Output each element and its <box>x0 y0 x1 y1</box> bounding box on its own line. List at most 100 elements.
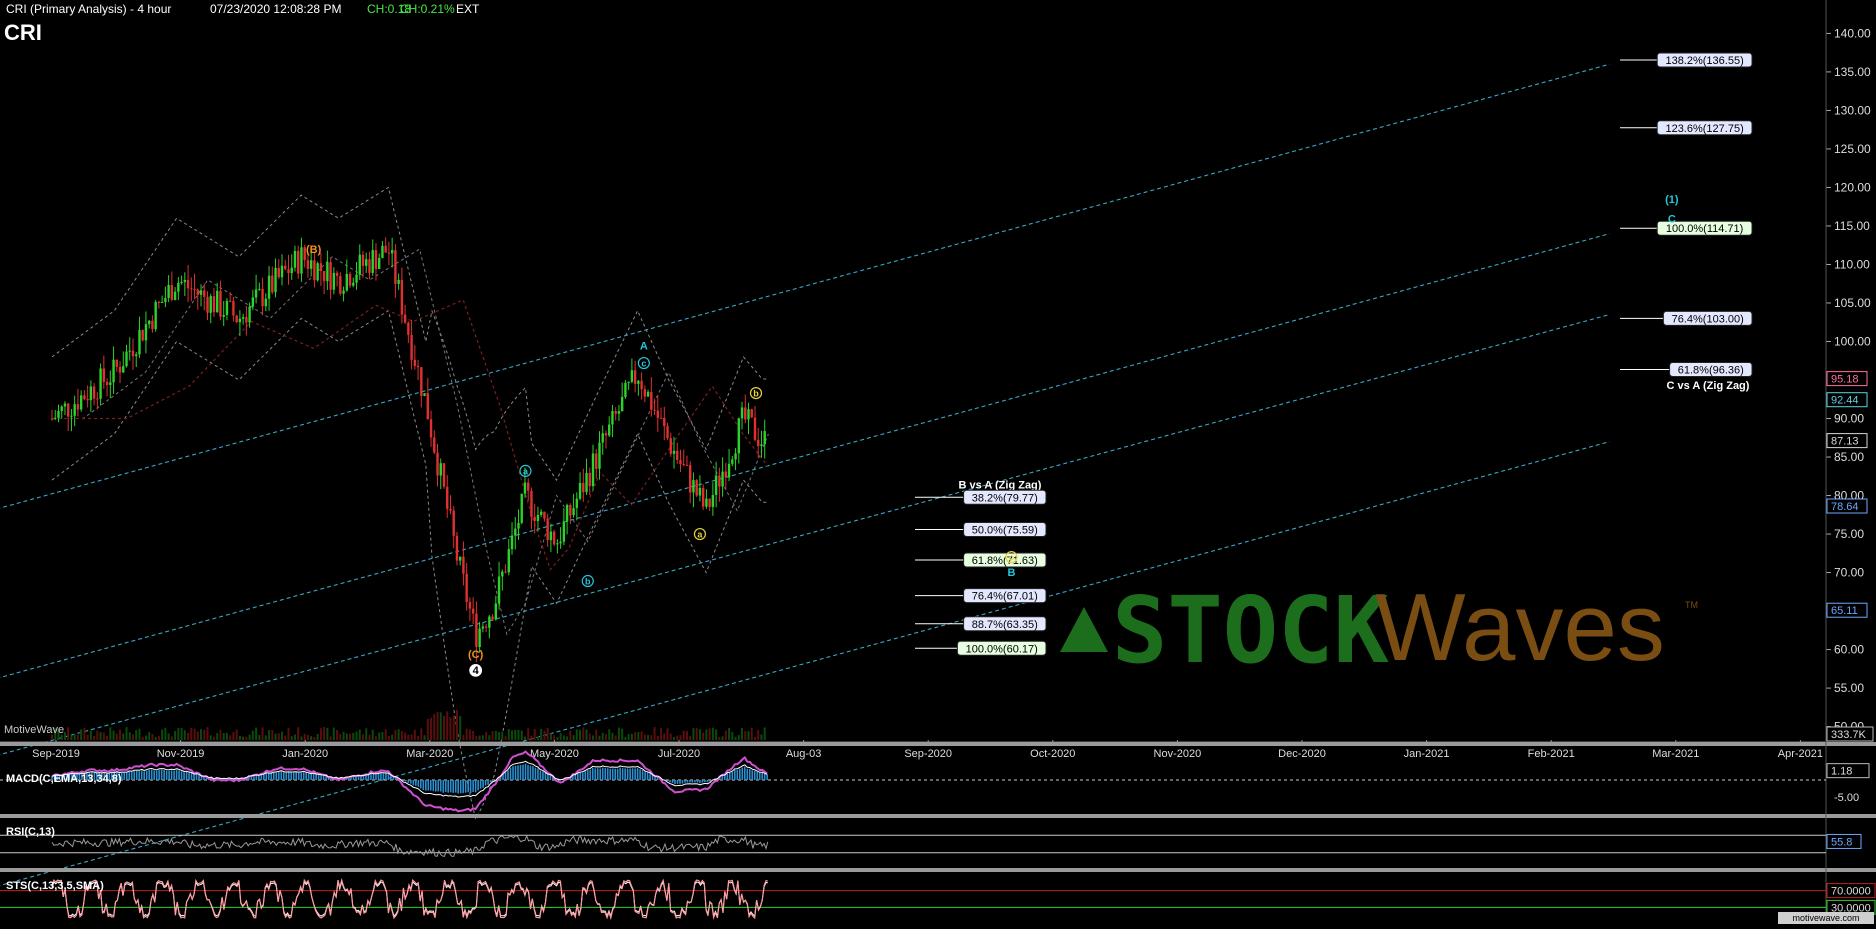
volume-bar <box>507 729 510 740</box>
panel-divider[interactable] <box>0 742 1876 746</box>
candle <box>309 260 313 269</box>
volume-bar <box>271 729 274 740</box>
volume-bar <box>93 736 96 740</box>
volume-bar <box>433 714 436 740</box>
candle <box>109 382 112 385</box>
candle <box>620 396 624 412</box>
volume-bar <box>138 728 141 740</box>
price-chart[interactable]: STOCK Waves TM B vs A (Zig Zag)38.2%(79.… <box>0 0 1876 924</box>
candle <box>637 380 640 384</box>
volume-bar <box>400 731 403 740</box>
volume-bar <box>663 733 666 740</box>
time-tick-label: Dec-2020 <box>1278 748 1326 760</box>
candle <box>679 459 682 465</box>
candle <box>718 475 721 487</box>
watermark-tm: TM <box>1685 600 1698 610</box>
candle <box>355 274 358 283</box>
candle <box>306 260 310 269</box>
volume-bar <box>666 728 669 740</box>
volume-bar <box>106 735 109 740</box>
volume-bar <box>297 727 300 740</box>
candle <box>410 334 413 360</box>
volume-bar <box>442 715 445 740</box>
volume-bar <box>575 729 578 740</box>
volume-bar <box>760 734 763 740</box>
candle <box>523 482 527 494</box>
candle <box>345 273 349 291</box>
candle <box>494 603 498 620</box>
volume-bar <box>326 727 329 740</box>
panel-divider[interactable] <box>0 868 1876 872</box>
candle <box>319 263 323 272</box>
volume-bar <box>63 732 66 740</box>
price-tick-label: 125.00 <box>1834 142 1871 156</box>
candle <box>290 267 293 274</box>
fib-group-title: C vs A (Zig Zag) <box>1667 380 1750 392</box>
candle <box>488 616 491 628</box>
volume-bar <box>494 730 497 740</box>
volume-bar <box>744 731 747 740</box>
candle <box>361 254 365 266</box>
candle <box>536 514 540 521</box>
candle <box>753 417 757 440</box>
wave-label: c <box>641 359 646 369</box>
candle <box>164 298 167 302</box>
candle <box>572 508 575 516</box>
candle <box>118 366 122 373</box>
site-label[interactable]: motivewave.com <box>1792 913 1859 923</box>
candle <box>348 273 352 286</box>
volume-bar <box>527 727 530 740</box>
panel-divider[interactable] <box>0 814 1876 818</box>
volume-bar <box>634 732 637 740</box>
volume-bar <box>141 736 144 740</box>
candle <box>698 487 702 496</box>
candle <box>267 275 271 299</box>
volume-bar <box>342 731 345 740</box>
candle <box>70 415 73 417</box>
volume-bar <box>540 728 543 740</box>
volume-bar <box>660 728 663 740</box>
wave-label: 4 <box>473 665 480 677</box>
volume-bar <box>109 727 112 740</box>
candle <box>141 330 144 341</box>
volume-bar <box>523 736 526 740</box>
volume-bar <box>391 734 394 740</box>
chart-background <box>0 0 1876 924</box>
volume-bar <box>611 732 614 740</box>
price-tick-label: 140.00 <box>1834 26 1871 40</box>
price-label: 87.13 <box>1831 436 1859 448</box>
volume-bar <box>83 727 86 740</box>
symbol-label: CRI <box>4 20 42 45</box>
volume-bar <box>407 734 410 740</box>
candle <box>394 250 397 284</box>
volume-bar <box>682 730 685 740</box>
candle <box>630 370 634 382</box>
volume-bar <box>656 735 659 740</box>
volume-bar <box>277 733 280 740</box>
volume-bar <box>368 734 371 740</box>
candle <box>219 290 222 317</box>
volume-bar <box>70 735 73 740</box>
candle <box>449 508 452 511</box>
candle <box>102 368 106 382</box>
candle <box>76 404 80 410</box>
volume-bar <box>430 717 433 740</box>
volume-bar <box>637 732 640 740</box>
fib-label: 100.0%(114.71) <box>1666 223 1743 235</box>
candle <box>446 486 449 509</box>
fib-label: 50.0%(75.59) <box>972 524 1038 536</box>
volume-bar <box>187 732 190 740</box>
candle <box>264 298 268 307</box>
volume-bar <box>410 734 413 740</box>
price-tick-label: 55.00 <box>1834 681 1864 695</box>
stoch-title: STS(C,13,3,5,SMA) <box>6 880 104 892</box>
watermark-left: STOCK <box>1112 577 1390 684</box>
candle <box>390 250 394 254</box>
candle <box>689 465 692 493</box>
volume-bar <box>73 734 76 740</box>
candle <box>322 271 326 282</box>
volume-bar <box>721 736 724 740</box>
volume-bar <box>122 733 125 740</box>
price-tick-label: 105.00 <box>1834 296 1871 310</box>
fib-label: 100.0%(60.17) <box>966 643 1038 655</box>
